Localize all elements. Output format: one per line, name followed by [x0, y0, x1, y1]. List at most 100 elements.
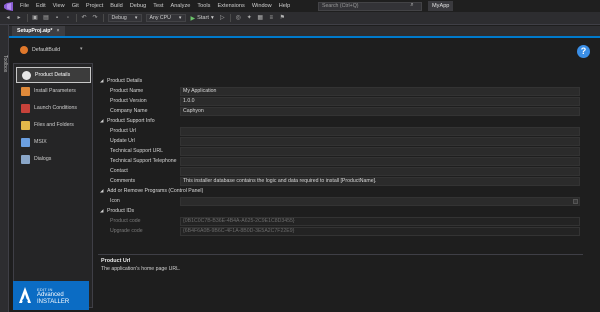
comments-field[interactable]: This installer database contains the log… [180, 176, 580, 186]
close-icon[interactable]: × [56, 26, 59, 36]
search-input[interactable]: Search (Ctrl+Q) [318, 1, 422, 11]
menu-view[interactable]: View [53, 3, 65, 9]
run-without-debug-icon[interactable]: ▷ [218, 14, 226, 22]
tool-icon[interactable]: ▦ [256, 14, 264, 22]
menu-file[interactable]: File [20, 3, 29, 9]
collapse-icon[interactable]: ◢ [100, 78, 104, 84]
toolbar-separator [102, 14, 104, 22]
nav-item-product-details[interactable]: Product Details [16, 67, 91, 83]
category-label: Product IDs [107, 208, 135, 214]
collapse-icon[interactable]: ◢ [100, 118, 104, 124]
menu-analyze[interactable]: Analyze [170, 3, 190, 9]
product-code-field[interactable]: {0B1C0C7B-B36E-4B4A-A625-2C9E1C8D3455} [180, 216, 580, 226]
contact-field[interactable] [180, 166, 580, 176]
menu-help[interactable]: Help [279, 3, 291, 9]
build-selector-bar: DefaultBuild ▾ ? [9, 38, 600, 60]
start-button[interactable]: ▶ Start ▾ [191, 15, 214, 22]
start-label: Start [197, 15, 209, 21]
property-company-name: Company Name Caphyon [98, 106, 583, 116]
browser-link-icon[interactable]: ◎ [234, 14, 242, 22]
nav-item-dialogs[interactable]: Dialogs [16, 151, 91, 167]
back-icon[interactable]: ◂ [4, 14, 12, 22]
menu-extensions[interactable]: Extensions [217, 3, 244, 9]
solution-name-badge: MyApp [428, 1, 454, 11]
property-product-name: Product Name My Application [98, 86, 583, 96]
save-all-icon[interactable]: ▫ [64, 14, 72, 22]
technical-support-telephone-field[interactable] [180, 156, 580, 166]
chevron-down-icon[interactable]: ▾ [80, 47, 82, 52]
category-label: Add or Remove Programs (Control Panel) [107, 188, 204, 194]
brand-installer: INSTALLER [37, 299, 70, 305]
tab-setupproj[interactable]: SetupProj.aip* × [12, 26, 65, 36]
menu-project[interactable]: Project [86, 3, 103, 9]
menu-git[interactable]: Git [72, 3, 79, 9]
property-product-code: Product code {0B1C0C7B-B36E-4B4A-A625-2C… [98, 216, 583, 226]
product-version-field[interactable]: 1.0.0 [180, 96, 580, 106]
hot-reload-icon[interactable]: ✦ [245, 14, 253, 22]
company-name-field[interactable]: Caphyon [180, 106, 580, 116]
chevron-down-icon: ▾ [210, 15, 214, 21]
document-tab-well: SetupProj.aip* × [9, 26, 600, 36]
configuration-dropdown[interactable]: Debug ▾ [107, 14, 142, 22]
collapse-icon[interactable]: ◢ [100, 188, 104, 194]
help-icon[interactable]: ? [577, 45, 590, 58]
property-product-version: Product Version 1.0.0 [98, 96, 583, 106]
nav-item-label: Product Details [35, 72, 71, 78]
technical-support-url-field[interactable] [180, 146, 580, 156]
category-label: Product Details [107, 78, 143, 84]
install-parameters-icon [21, 86, 30, 96]
nav-item-files-and-folders[interactable]: Files and Folders [16, 117, 91, 133]
new-item-icon[interactable]: ▣ [31, 14, 39, 22]
property-contact: Contact [98, 166, 583, 176]
update-url-field[interactable] [180, 136, 580, 146]
page-navigation-panel: Product Details Install Parameters Launc… [13, 63, 93, 308]
property-label: Product Name [110, 88, 144, 94]
category-product-details[interactable]: ◢ Product Details [98, 76, 583, 86]
collapse-icon[interactable]: ◢ [100, 208, 104, 214]
property-grid: ◢ Product Details Product Name My Applic… [98, 76, 583, 250]
build-selector[interactable]: DefaultBuild [32, 47, 60, 53]
upgrade-code-field[interactable]: {6B4F6A0B-9B6C-4F1A-8B0D-3E5A2C7F22E9} [180, 226, 580, 236]
nav-item-install-parameters[interactable]: Install Parameters [16, 83, 91, 99]
menu-bar: File Edit View Git Project Build Debug T… [0, 0, 600, 12]
product-url-field[interactable] [180, 126, 580, 136]
category-product-ids[interactable]: ◢ Product IDs [98, 206, 583, 216]
nav-item-msix[interactable]: MSIX [16, 134, 91, 150]
category-add-remove-programs[interactable]: ◢ Add or Remove Programs (Control Panel) [98, 186, 583, 196]
icon-field[interactable] [180, 196, 580, 206]
comment-icon[interactable]: ≡ [267, 14, 275, 22]
property-label: Company Name [110, 108, 148, 114]
product-details-icon [22, 70, 31, 80]
msix-package-icon [21, 137, 30, 147]
menu-window[interactable]: Window [252, 3, 272, 9]
property-label: Product code [110, 218, 141, 224]
product-name-field[interactable]: My Application [180, 86, 580, 96]
forward-icon[interactable]: ▸ [15, 14, 23, 22]
redo-icon[interactable]: ↷ [91, 14, 99, 22]
platform-dropdown[interactable]: Any CPU ▾ [145, 14, 186, 22]
menu-test[interactable]: Test [153, 3, 163, 9]
search-icon[interactable]: ⌕ [408, 2, 416, 9]
advanced-installer-logo-icon [19, 287, 31, 303]
bookmark-icon[interactable]: ⚑ [278, 14, 286, 22]
menu-debug[interactable]: Debug [130, 3, 146, 9]
toolbox-strip[interactable]: Toolbox [0, 25, 9, 312]
property-label: Technical Support URL [110, 148, 164, 154]
browse-button[interactable] [573, 198, 578, 204]
save-icon[interactable]: ▪ [53, 14, 61, 22]
nav-item-label: Install Parameters [34, 88, 76, 94]
property-product-url: Product Url [98, 126, 583, 136]
menu-edit[interactable]: Edit [36, 3, 46, 9]
undo-icon[interactable]: ↶ [80, 14, 88, 22]
property-update-url: Update Url [98, 136, 583, 146]
open-icon[interactable]: ▤ [42, 14, 50, 22]
property-label: Icon [110, 198, 120, 204]
platform-value: Any CPU [149, 15, 171, 21]
edit-in-advanced-installer-button[interactable]: EDIT IN Advanced INSTALLER [13, 281, 89, 310]
category-product-support-info[interactable]: ◢ Product Support Info [98, 116, 583, 126]
toolbox-tab-label[interactable]: Toolbox [2, 55, 8, 72]
menu-build[interactable]: Build [110, 3, 122, 9]
standard-toolbar: ◂ ▸ ▣ ▤ ▪ ▫ ↶ ↷ Debug ▾ Any CPU ▾ ▶ Star… [0, 12, 600, 25]
nav-item-launch-conditions[interactable]: Launch Conditions [16, 100, 91, 116]
menu-tools[interactable]: Tools [197, 3, 210, 9]
